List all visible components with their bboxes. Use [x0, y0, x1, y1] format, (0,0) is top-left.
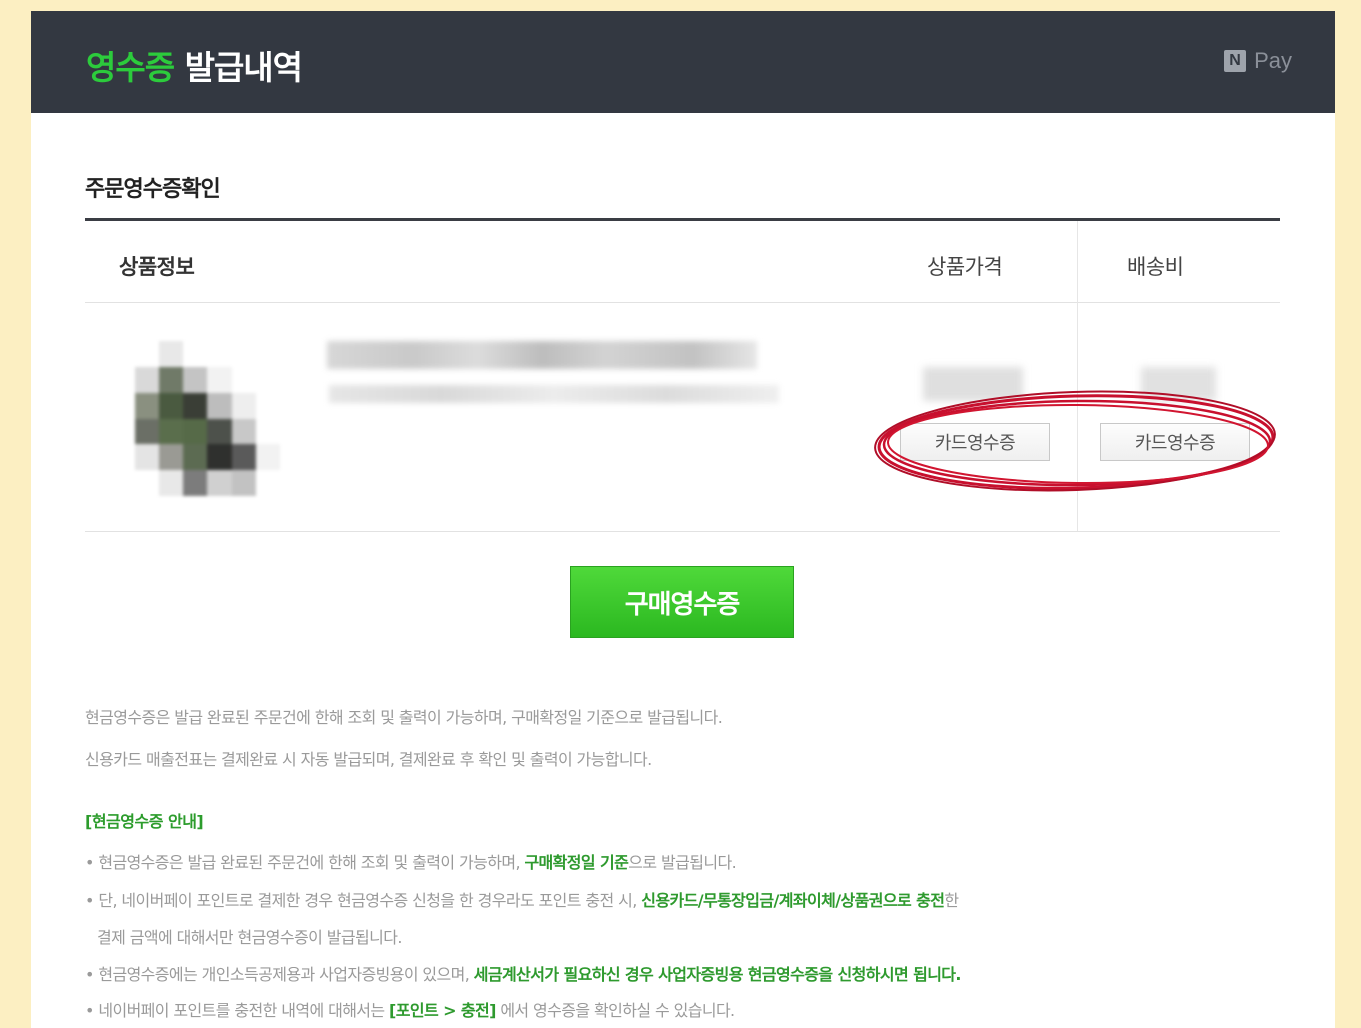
naver-pay-brand: N Pay: [1224, 48, 1292, 74]
info-line-2: 신용카드 매출전표는 결제완료 시 자동 발급되며, 결제완료 후 확인 및 출…: [85, 750, 652, 769]
row-divider: [85, 531, 1280, 532]
bullet-text: • 현금영수증은 발급 완료된 주문건에 한해 조회 및 출력이 가능하며,: [85, 853, 525, 872]
receipt-window: 영수증 발급내역 N Pay 주문영수증확인 상품정보 상품가격 배송비 카드영…: [31, 11, 1335, 1028]
naver-logo-icon: N: [1224, 50, 1247, 72]
header-divider: [85, 302, 1280, 303]
column-divider: [1077, 221, 1078, 531]
shipping-card-receipt-button[interactable]: 카드영수증: [1100, 423, 1250, 461]
bullet-text: • 단, 네이버페이 포인트로 결제한 경우 현금영수증 신청을 한 경우라도 …: [85, 891, 642, 910]
cash-receipt-guide-title: [현금영수증 안내]: [85, 812, 204, 831]
shipping-redacted: [1141, 367, 1216, 401]
column-header-price: 상품가격: [927, 255, 1003, 279]
guide-bullet-4: • 네이버페이 포인트를 충전한 내역에 대해서는 [포인트 > 충전] 에서 …: [85, 997, 735, 1021]
page-title: 영수증 발급내역: [86, 41, 303, 89]
column-header-shipping: 배송비: [1127, 255, 1184, 279]
price-card-receipt-button[interactable]: 카드영수증: [900, 423, 1050, 461]
bullet-highlight: 구매확정일 기준: [524, 853, 629, 872]
bullet-text: 에서 영수증을 확인하실 수 있습니다.: [495, 1001, 735, 1020]
product-name-redacted: [327, 341, 757, 369]
guide-bullet-3: • 현금영수증에는 개인소득공제용과 사업자증빙용이 있으며, 세금계산서가 필…: [85, 961, 962, 985]
section-title: 주문영수증확인: [85, 177, 221, 202]
info-line-1: 현금영수증은 발급 완료된 주문건에 한해 조회 및 출력이 가능하며, 구매확…: [85, 708, 723, 727]
title-accent: 영수증: [86, 48, 175, 87]
bullet-highlight: 세금계산서가 필요하신 경우 사업자증빙용 현금영수증을 신청하시면 됩니다.: [473, 965, 962, 984]
header-bar: 영수증 발급내역 N Pay: [31, 11, 1335, 113]
guide-bullet-2: • 단, 네이버페이 포인트로 결제한 경우 현금영수증 신청을 한 경우라도 …: [85, 887, 959, 911]
bullet-text: 한: [944, 891, 959, 910]
title-rest: 발급내역: [174, 48, 303, 87]
product-thumbnail[interactable]: [135, 341, 280, 496]
price-redacted: [923, 367, 1023, 401]
brand-text: Pay: [1254, 48, 1292, 73]
bullet-text: 으로 발급됩니다.: [628, 853, 737, 872]
guide-bullet-1: • 현금영수증은 발급 완료된 주문건에 한해 조회 및 출력이 가능하며, 구…: [85, 849, 737, 873]
table-top-border: [85, 218, 1280, 221]
bullet-text: • 네이버페이 포인트를 충전한 내역에 대해서는: [85, 1001, 390, 1020]
bullet-highlight: 신용카드/무통장입금/계좌이체/상품권으로 충전: [641, 891, 945, 910]
column-header-product: 상품정보: [119, 255, 195, 279]
bullet-text: • 현금영수증에는 개인소득공제용과 사업자증빙용이 있으며,: [85, 965, 474, 984]
product-option-redacted: [329, 385, 779, 403]
purchase-receipt-button[interactable]: 구매영수증: [570, 566, 794, 638]
point-charge-link[interactable]: [포인트 > 충전]: [389, 1001, 496, 1020]
guide-bullet-2-continued: 결제 금액에 대해서만 현금영수증이 발급됩니다.: [97, 928, 402, 947]
